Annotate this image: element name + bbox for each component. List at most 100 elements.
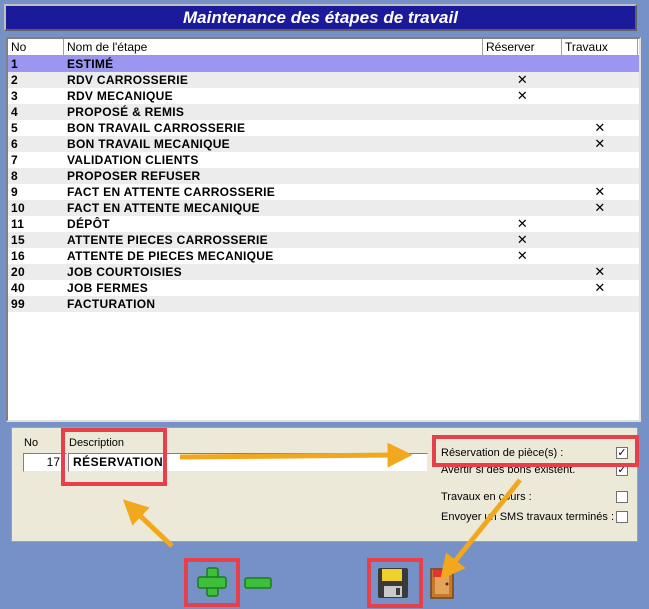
row-no: 6	[11, 137, 18, 151]
row-name: JOB COURTOISIES	[67, 265, 182, 279]
row-no: 40	[11, 281, 25, 295]
row-travaux	[562, 72, 638, 88]
row-name: PROPOSER REFUSER	[67, 169, 201, 183]
row-no: 8	[11, 169, 18, 183]
row-no: 1	[11, 57, 18, 71]
row-reserver: ✕	[516, 248, 529, 263]
row-no: 16	[11, 249, 25, 263]
row-name: DÉPÔT	[67, 217, 110, 231]
remove-button[interactable]	[241, 568, 275, 598]
header-no[interactable]: No	[8, 39, 64, 55]
table-row[interactable]: 3 RDV MECANIQUE ✕	[8, 88, 639, 104]
row-name: FACT EN ATTENTE CARROSSERIE	[67, 185, 276, 199]
row-travaux: ✕	[594, 264, 606, 279]
table-row[interactable]: 9 FACT EN ATTENTE CARROSSERIE ✕	[8, 184, 639, 200]
row-reserver	[483, 200, 562, 216]
row-reserver	[483, 152, 562, 168]
row-reserver: ✕	[516, 232, 529, 247]
table-row[interactable]: 40 JOB FERMES ✕	[8, 280, 639, 296]
row-name: RDV MECANIQUE	[67, 89, 173, 103]
save-button-highlight	[367, 558, 423, 608]
sms-checkbox[interactable]	[616, 511, 628, 523]
table-row[interactable]: 99 FACTURATION	[8, 296, 639, 312]
row-name: RDV CARROSSERIE	[67, 73, 189, 87]
row-name: FACTURATION	[67, 297, 156, 311]
row-no: 11	[11, 217, 25, 231]
row-reserver	[483, 280, 562, 296]
table-row[interactable]: 6 BON TRAVAIL MECANIQUE ✕	[8, 136, 639, 152]
table-row[interactable]: 5 BON TRAVAIL CARROSSERIE ✕	[8, 120, 639, 136]
row-travaux: ✕	[594, 120, 606, 135]
table-row[interactable]: 10 FACT EN ATTENTE MECANIQUE ✕	[8, 200, 639, 216]
row-reserver	[483, 56, 562, 72]
row-no: 5	[11, 121, 18, 135]
table-row[interactable]: 20 JOB COURTOISIES ✕	[8, 264, 639, 280]
row-travaux: ✕	[594, 280, 606, 295]
row-no: 15	[11, 233, 25, 247]
row-travaux	[562, 168, 638, 184]
reservation-highlight	[432, 435, 639, 467]
row-travaux	[562, 248, 638, 264]
table-header: No Nom de l'étape Réserver Travaux	[8, 39, 639, 56]
row-travaux	[562, 56, 638, 72]
table-row[interactable]: 15 ATTENTE PIECES CARROSSERIE ✕	[8, 232, 639, 248]
row-reserver	[483, 296, 562, 312]
row-no: 2	[11, 73, 18, 87]
minus-icon	[244, 577, 272, 589]
table-row[interactable]: 16 ATTENTE DE PIECES MECANIQUE ✕	[8, 248, 639, 264]
row-name: FACT EN ATTENTE MECANIQUE	[67, 201, 260, 215]
row-name: BON TRAVAIL MECANIQUE	[67, 137, 230, 151]
row-name: ESTIMÉ	[67, 57, 114, 71]
header-reserver[interactable]: Réserver	[483, 39, 562, 55]
row-reserver: ✕	[516, 216, 529, 231]
add-button-highlight	[184, 558, 240, 607]
table-row[interactable]: 2 RDV CARROSSERIE ✕	[8, 72, 639, 88]
row-no: 7	[11, 153, 18, 167]
row-reserver	[483, 104, 562, 120]
row-no: 4	[11, 105, 18, 119]
row-reserver	[483, 264, 562, 280]
table-row[interactable]: 11 DÉPÔT ✕	[8, 216, 639, 232]
row-travaux	[562, 152, 638, 168]
row-name: PROPOSÉ & REMIS	[67, 105, 185, 119]
table-row[interactable]: 4 PROPOSÉ & REMIS	[8, 104, 639, 120]
description-highlight	[61, 428, 167, 486]
row-travaux: ✕	[594, 184, 606, 199]
row-name: BON TRAVAIL CARROSSERIE	[67, 121, 246, 135]
travaux-label: Travaux en cours :	[441, 491, 532, 503]
row-travaux	[562, 104, 638, 120]
row-no: 99	[11, 297, 25, 311]
row-travaux: ✕	[594, 200, 606, 215]
row-reserver: ✕	[516, 72, 529, 87]
window-title: Maintenance des étapes de travail	[4, 4, 637, 31]
row-reserver	[483, 168, 562, 184]
row-travaux: ✕	[594, 136, 606, 151]
row-name: ATTENTE DE PIECES MECANIQUE	[67, 249, 274, 263]
row-reserver	[483, 120, 562, 136]
row-travaux	[562, 296, 638, 312]
row-reserver	[483, 184, 562, 200]
exit-button[interactable]	[425, 565, 459, 601]
row-travaux	[562, 216, 638, 232]
row-no: 20	[11, 265, 25, 279]
sms-label: Envoyer un SMS travaux terminés :	[441, 511, 615, 523]
row-reserver: ✕	[516, 88, 529, 103]
table-row[interactable]: 8 PROPOSER REFUSER	[8, 168, 639, 184]
row-reserver	[483, 136, 562, 152]
row-travaux	[562, 88, 638, 104]
exit-door-icon	[430, 568, 454, 599]
row-name: VALIDATION CLIENTS	[67, 153, 199, 167]
table-row[interactable]: 7 VALIDATION CLIENTS	[8, 152, 639, 168]
row-name: ATTENTE PIECES CARROSSERIE	[67, 233, 268, 247]
header-travaux[interactable]: Travaux	[562, 39, 638, 55]
steps-table[interactable]: No Nom de l'étape Réserver Travaux 1 ESTI…	[6, 37, 641, 422]
row-no: 9	[11, 185, 18, 199]
travaux-checkbox[interactable]	[616, 491, 628, 503]
header-name[interactable]: Nom de l'étape	[64, 39, 483, 55]
row-no: 3	[11, 89, 18, 103]
table-row[interactable]: 1 ESTIMÉ	[8, 56, 639, 72]
row-travaux	[562, 232, 638, 248]
row-name: JOB FERMES	[67, 281, 149, 295]
row-no: 10	[11, 201, 25, 215]
no-label: No	[24, 437, 39, 449]
